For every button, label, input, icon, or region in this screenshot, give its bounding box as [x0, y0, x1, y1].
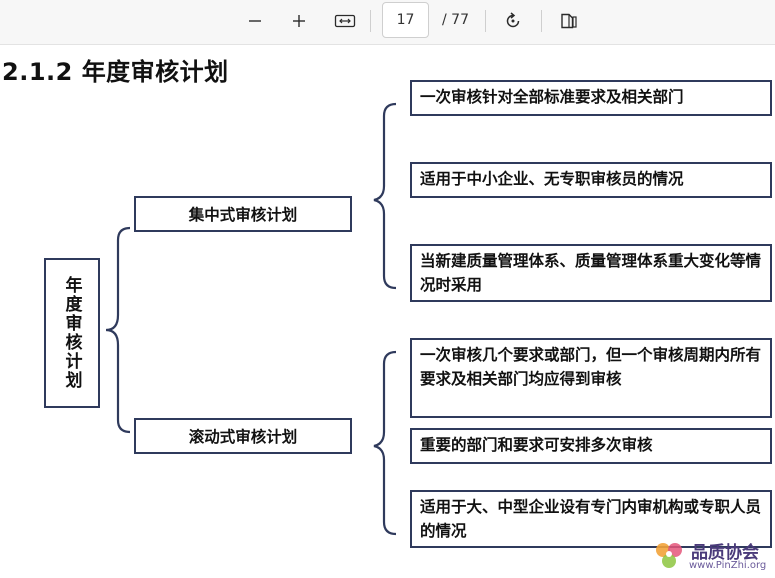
root-brace	[105, 226, 131, 434]
item-text: 一次审核几个要求或部门，但一个审核周期内所有要求及相关部门均应得到审核	[420, 346, 762, 388]
rolling-item-1: 一次审核几个要求或部门，但一个审核周期内所有要求及相关部门均应得到审核	[410, 338, 772, 418]
centralized-item-1: 一次审核针对全部标准要求及相关部门	[410, 80, 772, 116]
item-text: 适用于大、中型企业设有专门内审机构或专职人员的情况	[420, 498, 762, 540]
watermark-url: www.PinZhi.org	[689, 560, 767, 571]
item-text: 当新建质量管理体系、质量管理体系重大变化等情况时采用	[420, 252, 762, 294]
centralized-brace	[373, 102, 397, 290]
flower-logo-icon	[656, 543, 682, 568]
centralized-plan-label: 集中式审核计划	[188, 206, 298, 224]
watermark-logo: 品质协会 www.PinZhi.org	[651, 538, 773, 574]
rolling-item-2: 重要的部门和要求可安排多次审核	[410, 428, 772, 464]
item-text: 重要的部门和要求可安排多次审核	[420, 436, 653, 454]
centralized-item-3: 当新建质量管理体系、质量管理体系重大变化等情况时采用	[410, 244, 772, 302]
rolling-plan-label: 滚动式审核计划	[188, 428, 298, 446]
rolling-brace	[373, 350, 397, 536]
centralized-plan-node: 集中式审核计划	[134, 196, 352, 232]
rolling-plan-node: 滚动式审核计划	[134, 418, 352, 454]
root-node: 年度审核计划	[44, 258, 100, 408]
root-label: 年度审核计划	[61, 276, 82, 390]
item-text: 一次审核针对全部标准要求及相关部门	[420, 88, 684, 106]
centralized-item-2: 适用于中小企业、无专职审核员的情况	[410, 162, 772, 198]
item-text: 适用于中小企业、无专职审核员的情况	[420, 170, 684, 188]
